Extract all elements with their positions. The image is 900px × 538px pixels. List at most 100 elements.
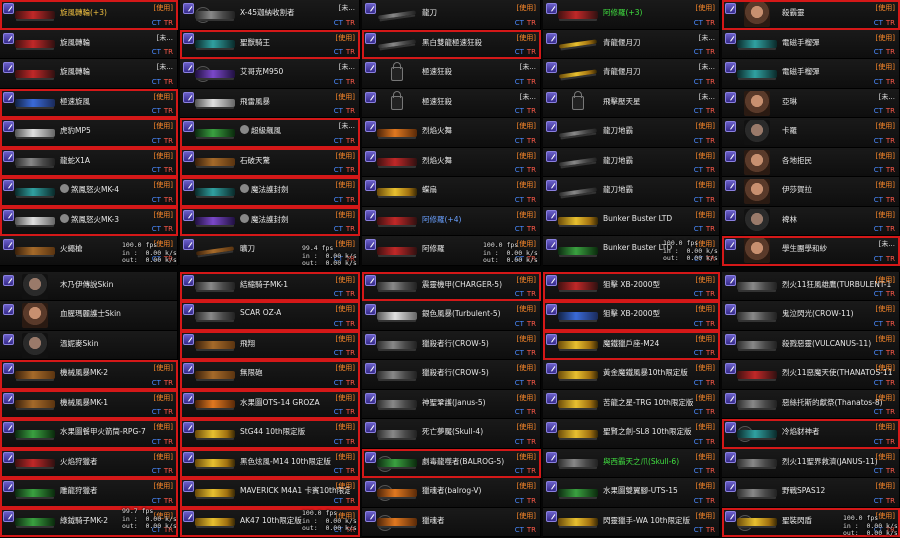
inventory-item[interactable]: 烈火11狂風雄鷹(TURBULENT-11) [使用] CT TR	[722, 271, 900, 301]
inventory-item[interactable]: 阿修羅(+4) [使用] CT TR	[362, 206, 541, 236]
item-thumbnail	[736, 61, 778, 86]
inventory-item[interactable]: MAVERICK M4A1 卡賓10th限定版 [使用] CT TR	[180, 478, 360, 508]
inventory-item[interactable]: 極速狂殺 [未... CT TR	[362, 88, 541, 118]
inventory-item[interactable]: 學生團學和紗 [未... CT TR	[722, 236, 900, 266]
inventory-item[interactable]: 劇毒龍噬者(BALROG-5) [使用] CT TR	[362, 448, 541, 478]
inventory-item[interactable]: 虎豹MP5 [使用] CT TR	[0, 118, 178, 148]
inventory-item[interactable]: 機械風暴MK-2 [使用] CT TR	[0, 360, 178, 390]
inventory-item[interactable]: 神聖鞏護(Janus-5) [使用] CT TR	[362, 389, 541, 419]
inventory-item[interactable]: 龍刀地霸 [使用] CT TR	[543, 147, 720, 177]
inventory-item[interactable]: 與西霸天之爪(Skull-6) [使用] CT TR	[543, 448, 720, 478]
item-thumbnail	[376, 451, 418, 476]
inventory-item[interactable]: 煞鳳怒火MK-4 [使用] CT TR	[0, 177, 178, 207]
inventory-item[interactable]: 黑白雙龍極速狂殺 [使用] CT TR	[362, 29, 541, 59]
inventory-item[interactable]: 狙擊 XB-2000型 [使用] CT TR	[543, 271, 720, 301]
item-status: [使用]	[695, 275, 715, 284]
inventory-item[interactable]: 烈焰火舞 [使用] CT TR	[362, 118, 541, 148]
item-grade-icon	[3, 392, 14, 404]
inventory-item[interactable]: 冷焰豺神者 [使用] CT TR	[722, 419, 900, 449]
item-status: [未...	[338, 122, 355, 130]
inventory-item[interactable]: 鬼泣閃光(CROW-11) [使用] CT TR	[722, 301, 900, 331]
item-thumbnail	[736, 451, 778, 476]
inventory-item[interactable]: 飛擊壓天星 [未... CT TR	[543, 88, 720, 118]
inventory-item[interactable]: 烈焰火舞 [使用] CT TR	[362, 147, 541, 177]
inventory-item[interactable]: 水果圖雙翼腳-UTS-15 [使用] CT TR	[543, 478, 720, 508]
inventory-item[interactable]: 阿修羅(+3) [使用] CT TR	[543, 0, 720, 30]
inventory-item[interactable]: 極速旋風 [使用] CT TR	[0, 88, 178, 118]
inventory-item[interactable]: 獵殺者行(CROW-5) [使用] CT TR	[362, 330, 541, 360]
inventory-item[interactable]: 獵殺者行(CROW-5) [使用] CT TR	[362, 360, 541, 390]
item-grade-icon	[365, 451, 376, 463]
inventory-item[interactable]: 苦龍之星-TRG 10th限定版 [使用] CT TR	[543, 389, 720, 419]
inventory-item[interactable]: SCAR OZ-A [使用] CT TR	[180, 301, 360, 331]
inventory-item[interactable]: 狙擊 XB-2000型 [使用] CT TR	[543, 301, 720, 331]
inventory-item[interactable]: 魔法護封劍 [使用] CT TR	[180, 177, 360, 207]
inventory-item[interactable]: 死亡夢魘(Skull-4) [使用] CT TR	[362, 419, 541, 449]
inventory-item[interactable]: 閃靈獵手-WA 10th限定版 [使用] CT TR	[543, 507, 720, 537]
inventory-item[interactable]: 震靈機甲(CHARGER-5) [使用] CT TR	[362, 271, 541, 301]
inventory-item[interactable]: StG44 10th限定版 [使用] CT TR	[180, 419, 360, 449]
inventory-item[interactable]: 裨林 [使用] CT TR	[722, 206, 900, 236]
inventory-item[interactable]: Bunker Buster LTD [使用] CT TR	[543, 206, 720, 236]
team-ct-label: CT	[514, 18, 524, 27]
inventory-item[interactable]: 極速狂殺 [未... CT TR	[362, 59, 541, 89]
inventory-item[interactable]: 獵魂者(balrog-V) [使用] CT TR	[362, 478, 541, 508]
inventory-item[interactable]: 飛翔 [使用] CT TR	[180, 330, 360, 360]
inventory-item[interactable]: 魔鐵獵戶座-M24 [使用] CT TR	[543, 330, 720, 360]
inventory-item[interactable]: 旋風轉輪 [未... CT TR	[0, 29, 178, 59]
inventory-item[interactable]: 無限砲 [使用] CT TR	[180, 360, 360, 390]
inventory-item[interactable]: 機械風暴MK-1 [使用] CT TR	[0, 389, 178, 419]
item-status: [使用]	[335, 275, 355, 284]
inventory-item[interactable]: 溫妮麥SkinCTTR	[0, 330, 178, 360]
inventory-item[interactable]: 飛雷風暴 [使用] CT TR	[180, 88, 360, 118]
inventory-item[interactable]: 卡羅 [使用] CT TR	[722, 118, 900, 148]
inventory-item[interactable]: 各地拒民 [使用] CT TR	[722, 147, 900, 177]
inventory-item[interactable]: 結縮騎子MK-1 [使用] CT TR	[180, 271, 360, 301]
inventory-item[interactable]: 雕龍狩獵者 [使用] CT TR	[0, 478, 178, 508]
inventory-item[interactable]: 亞琳 [未... CT TR	[722, 88, 900, 118]
inventory-item[interactable]: 青龍偃月刀 [未... CT TR	[543, 59, 720, 89]
inventory-item[interactable]: 烈火11惡魔天使(THANATOS-11) [使用] CT TR	[722, 360, 900, 390]
team-tr-label: TR	[526, 77, 536, 86]
inventory-item[interactable]: 青龍偃月刀 [未... CT TR	[543, 29, 720, 59]
item-grade-icon	[725, 274, 736, 286]
team-tags: CT TR	[515, 408, 536, 416]
inventory-item[interactable]: 野戰SPAS12 [使用] CT TR	[722, 478, 900, 508]
inventory-item[interactable]: 烈火11聖界救濟(JANUS-11) [使用] CT TR	[722, 448, 900, 478]
inventory-item[interactable]: 殺戮惡靈(VULCANUS-11) [使用] CT TR	[722, 330, 900, 360]
inventory-item[interactable]: 電磁手榴彈 [使用] CT TR	[722, 29, 900, 59]
inventory-item[interactable]: 黑色炫風-M14 10th限定版 [使用] CT TR	[180, 448, 360, 478]
inventory-item[interactable]: 電磁手榴彈 [使用] CT TR	[722, 59, 900, 89]
inventory-item[interactable]: 煞鳳怒火MK-3 [使用] CT TR	[0, 206, 178, 236]
inventory-item[interactable]: 獵魂者 [使用] CT TR	[362, 507, 541, 537]
inventory-item[interactable]: 水果圖餐甲火箭筒-RPG-7 [使用] CT TR	[0, 419, 178, 449]
item-grade-icon	[183, 510, 194, 522]
inventory-item[interactable]: 蝶扇 [使用] CT TR	[362, 177, 541, 207]
inventory-item[interactable]: 黃金魔鐵風暴10th限定版 [使用] CT TR	[543, 360, 720, 390]
item-name: 機械風暴MK-1	[60, 397, 109, 407]
character-portrait-icon	[744, 208, 770, 234]
inventory-item[interactable]: 石破天驚 [使用] CT TR	[180, 147, 360, 177]
inventory-item[interactable]: 血腥瑪麗護士SkinCTTR	[0, 301, 178, 331]
inventory-item[interactable]: X-45迦納收割者 [未... CT TR	[180, 0, 360, 30]
inventory-item[interactable]: 殺霸靈 [使用] CT TR	[722, 0, 900, 30]
inventory-item[interactable]: 艾哥克M950 [未... CT TR	[180, 59, 360, 89]
inventory-item[interactable]: 銀色風暴(Turbulent-5) [使用] CT TR	[362, 301, 541, 331]
inventory-item[interactable]: 惡絲托斯的獻祭(Thanatos-8) [使用] CT TR	[722, 389, 900, 419]
inventory-item[interactable]: 龍刀地霸 [使用] CT TR	[543, 118, 720, 148]
inventory-item[interactable]: 聖賢之劍-SL8 10th限定版 [使用] CT TR	[543, 419, 720, 449]
team-tags: CT TR	[152, 48, 173, 56]
inventory-item[interactable]: 龍蛇X1A [使用] CT TR	[0, 147, 178, 177]
inventory-item[interactable]: 伊莎賀拉 [使用] CT TR	[722, 177, 900, 207]
inventory-item[interactable]: 超級飆風 [未... CT TR	[180, 118, 360, 148]
inventory-item[interactable]: 火焰狩獵者 [使用] CT TR	[0, 448, 178, 478]
inventory-item[interactable]: 龍刀地霸 [使用] CT TR	[543, 177, 720, 207]
inventory-item[interactable]: 魔法護封劍 [使用] CT TR	[180, 206, 360, 236]
inventory-item[interactable]: 旋風轉輪 [未... CT TR	[0, 59, 178, 89]
item-thumbnail	[194, 274, 236, 299]
inventory-item[interactable]: 龍刀 [使用] CT TR	[362, 0, 541, 30]
inventory-item[interactable]: 旋風轉輪(+3) [使用] CT TR	[0, 0, 178, 30]
inventory-item[interactable]: 聖獸騎王 [使用] CT TR	[180, 29, 360, 59]
inventory-item[interactable]: 木乃伊傳說SkinCTTR	[0, 271, 178, 301]
inventory-item[interactable]: 水果圖OTS-14 GROZA [使用] CT TR	[180, 389, 360, 419]
